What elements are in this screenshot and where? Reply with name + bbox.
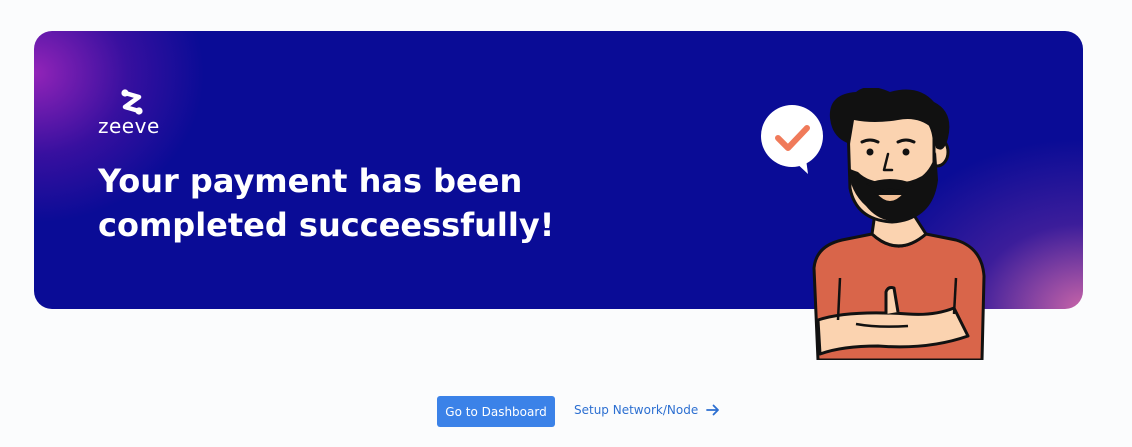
headline-line-1: Your payment has been (98, 162, 523, 200)
man-body (812, 204, 986, 360)
zeeve-logo: zeeve (98, 88, 178, 138)
action-bar: Go to Dashboard Setup Network/Node (0, 396, 1132, 428)
arrow-right-icon (706, 404, 720, 416)
page-title: Your payment has been completed succeess… (98, 159, 618, 247)
man-head (829, 88, 950, 224)
headline-line-2: completed succeessfully! (98, 206, 555, 244)
brand-name: zeeve (98, 114, 160, 138)
payment-success-page: zeeve Your payment has been completed su… (0, 0, 1132, 447)
go-to-dashboard-button[interactable]: Go to Dashboard (437, 396, 555, 427)
success-illustration (761, 88, 986, 360)
zeeve-logo-icon (121, 89, 143, 115)
setup-network-node-link[interactable]: Setup Network/Node (574, 403, 720, 417)
setup-link-label: Setup Network/Node (574, 403, 699, 417)
check-bubble-icon (761, 105, 823, 174)
